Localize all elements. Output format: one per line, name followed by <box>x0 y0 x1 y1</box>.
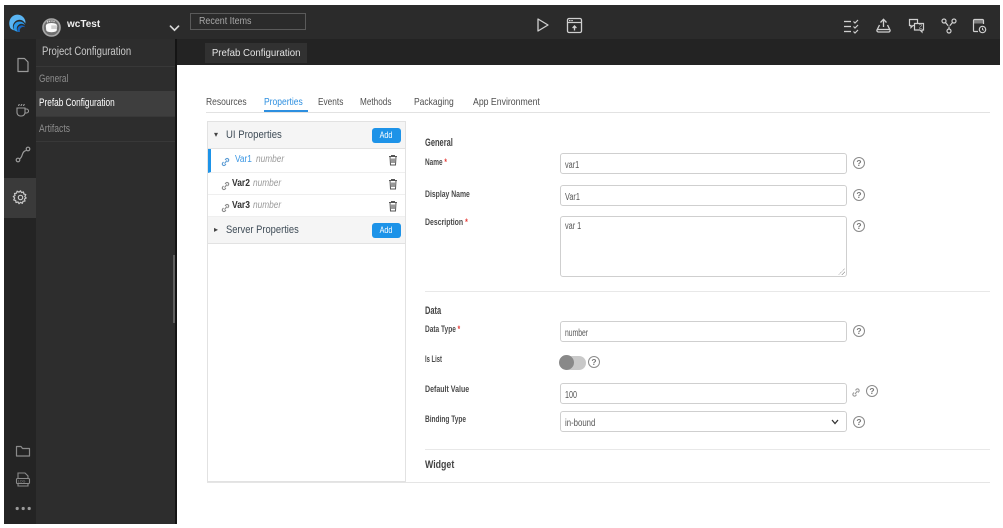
svg-text:LOG: LOG <box>18 480 26 484</box>
